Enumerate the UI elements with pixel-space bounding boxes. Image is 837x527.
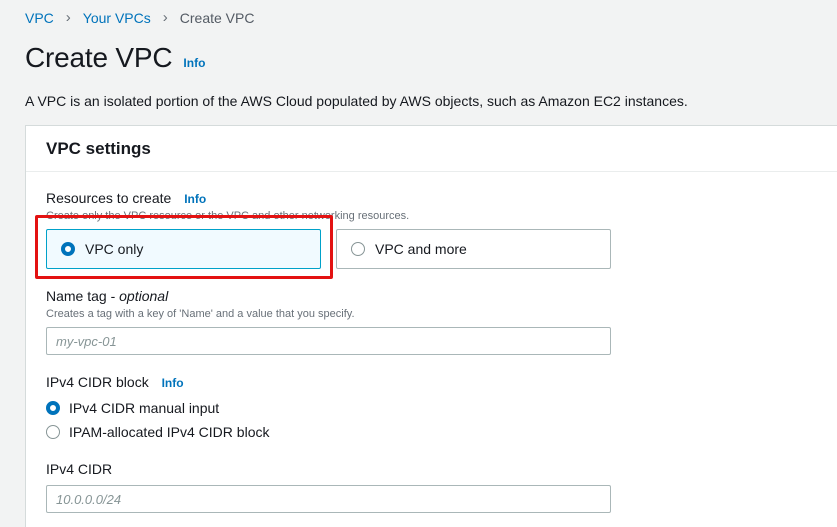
radio-selected-icon (46, 401, 60, 415)
page-info-link[interactable]: Info (183, 56, 205, 70)
vpc-and-more-option[interactable]: VPC and more (336, 229, 611, 269)
breadcrumb-your-vpcs-link[interactable]: Your VPCs (83, 10, 151, 26)
breadcrumb: VPC › Your VPCs › Create VPC (25, 9, 254, 26)
radio-unselected-icon (46, 425, 60, 439)
ipv4-cidr-input[interactable] (46, 485, 611, 513)
vpc-settings-panel: VPC settings Resources to create Info Cr… (25, 125, 837, 527)
page-header: Create VPC Info (25, 42, 205, 74)
resources-label: Resources to create Info (46, 190, 206, 206)
breadcrumb-current: Create VPC (179, 9, 255, 26)
name-tag-optional: optional (119, 288, 169, 304)
ipv4-manual-label: IPv4 CIDR manual input (69, 400, 220, 416)
vpc-settings-header: VPC settings (26, 126, 837, 172)
chevron-right-icon: › (65, 9, 71, 26)
page-description: A VPC is an isolated portion of the AWS … (25, 93, 688, 109)
radio-unselected-icon (351, 242, 365, 256)
name-tag-input[interactable] (46, 327, 611, 355)
vpc-only-option[interactable]: VPC only (46, 229, 321, 269)
ipam-allocated-label: IPAM-allocated IPv4 CIDR block (69, 424, 270, 440)
ipv4-block-label: IPv4 CIDR block Info (46, 374, 184, 390)
resources-info-link[interactable]: Info (184, 192, 206, 206)
chevron-right-icon: › (162, 9, 168, 26)
resources-hint: Create only the VPC resource or the VPC … (46, 210, 410, 222)
name-tag-hint: Creates a tag with a key of 'Name' and a… (46, 308, 355, 320)
ipv4-block-info-link[interactable]: Info (162, 376, 184, 390)
name-tag-label: Name tag - optional (46, 288, 168, 304)
vpc-and-more-label: VPC and more (375, 241, 467, 257)
resources-label-text: Resources to create (46, 190, 172, 206)
ipv4-manual-option[interactable]: IPv4 CIDR manual input (46, 400, 219, 416)
ipam-allocated-option[interactable]: IPAM-allocated IPv4 CIDR block (46, 424, 269, 440)
ipv4-cidr-label: IPv4 CIDR (46, 461, 113, 477)
page-title: Create VPC (25, 42, 173, 73)
vpc-only-label: VPC only (85, 241, 144, 257)
ipv4-block-label-text: IPv4 CIDR block (46, 374, 149, 390)
radio-selected-icon (61, 242, 75, 256)
breadcrumb-vpc-link[interactable]: VPC (25, 10, 54, 26)
name-tag-label-text: Name tag - (46, 288, 120, 304)
